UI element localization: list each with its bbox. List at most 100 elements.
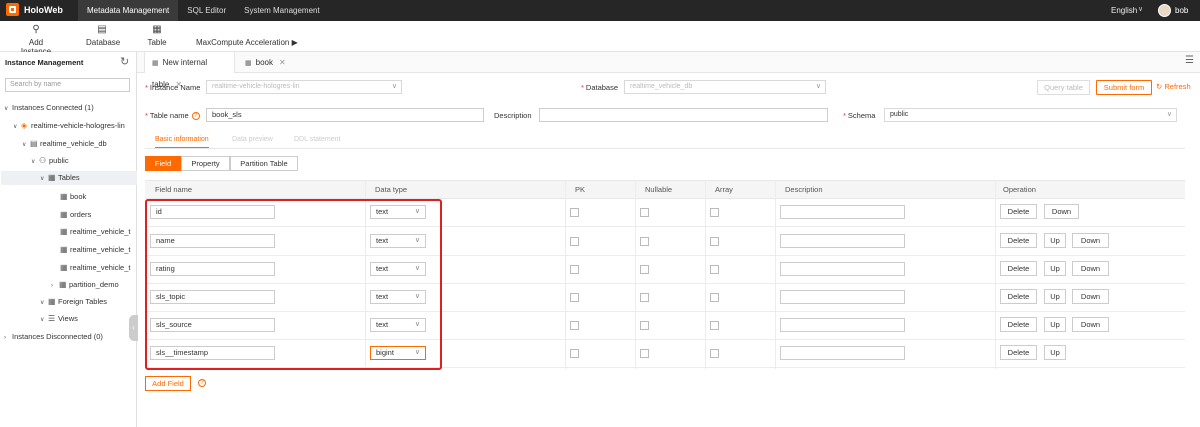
schema-select[interactable]: public ∨ — [884, 108, 1177, 122]
add-field-button[interactable]: Add Field — [145, 376, 191, 391]
fields-grid-header: Field name Data type PK Nullable Array D… — [145, 180, 1185, 199]
language-selector[interactable]: English — [1111, 0, 1137, 21]
nav-system-management[interactable]: System Management — [235, 0, 329, 21]
description-input[interactable] — [539, 108, 828, 122]
description-input[interactable] — [780, 318, 905, 332]
database-label: Database — [86, 38, 121, 47]
tab-basic-information[interactable]: Basic information — [155, 136, 209, 148]
down-button[interactable]: Down — [1072, 317, 1109, 332]
avatar[interactable] — [1158, 4, 1171, 17]
tree-partition-table[interactable]: › ▦ partition_demo — [51, 278, 119, 292]
database-select[interactable]: realtime_vehicle_db ∨ — [624, 80, 826, 94]
description-input[interactable] — [780, 346, 905, 360]
user-name[interactable]: bob — [1175, 0, 1188, 21]
delete-button[interactable]: Delete — [1000, 345, 1037, 360]
down-button[interactable]: Down — [1072, 261, 1109, 276]
delete-button[interactable]: Delete — [1000, 289, 1037, 304]
description-input[interactable] — [780, 262, 905, 276]
table-icon: ▦ — [60, 227, 68, 236]
pk-checkbox[interactable] — [570, 293, 579, 302]
description-input[interactable] — [780, 234, 905, 248]
maxcompute-acceleration-button[interactable]: MaxCompute Acceleration ▶ — [196, 38, 298, 47]
down-button[interactable]: Down — [1044, 204, 1079, 219]
tree-table-item[interactable]: ▦ realtime_vehicle_t — [60, 243, 130, 257]
tab-data-preview[interactable]: Data preview — [232, 136, 273, 143]
chevron-down-icon: ∨ — [31, 159, 36, 165]
tab-new-internal-table[interactable]: ▦ New internal table ✕ — [144, 52, 235, 89]
header-description: Description — [785, 185, 823, 194]
tree-tables[interactable]: ∨ ▦ Tables — [1, 171, 137, 185]
description-input[interactable] — [780, 205, 905, 219]
pk-checkbox[interactable] — [570, 321, 579, 330]
array-checkbox[interactable] — [710, 237, 719, 246]
database-label: * Database — [581, 83, 619, 92]
segment-property[interactable]: Property — [181, 156, 230, 171]
submit-form-button[interactable]: Submit form — [1096, 80, 1152, 95]
up-button[interactable]: Up — [1044, 317, 1066, 332]
tree-table-item[interactable]: ▦ book — [60, 190, 86, 204]
segment-field[interactable]: Field — [145, 156, 181, 171]
help-icon[interactable]: ? — [198, 379, 206, 387]
refresh-button[interactable]: ↻ Refresh — [1156, 82, 1191, 91]
tree-schema[interactable]: ∨ ⚇ public — [31, 154, 69, 168]
array-checkbox[interactable] — [710, 265, 719, 274]
up-button[interactable]: Up — [1044, 233, 1066, 248]
delete-button[interactable]: Delete — [1000, 233, 1037, 248]
nullable-checkbox[interactable] — [640, 321, 649, 330]
tree-database[interactable]: ∨ ▤ realtime_vehicle_db — [22, 137, 107, 151]
pk-checkbox[interactable] — [570, 237, 579, 246]
tree-table-item[interactable]: ▦ realtime_vehicle_t — [60, 225, 130, 239]
nullable-checkbox[interactable] — [640, 237, 649, 246]
tab-book[interactable]: ▦ book ✕ — [238, 52, 298, 73]
table-button[interactable]: ▦ Table — [147, 25, 167, 48]
up-button[interactable]: Up — [1044, 261, 1066, 276]
pk-checkbox[interactable] — [570, 349, 579, 358]
tab-ddl-statement[interactable]: DDL statement — [294, 136, 340, 143]
logo-icon — [6, 3, 19, 16]
table-name-input[interactable]: book_sls — [206, 108, 484, 122]
delete-button[interactable]: Delete — [1000, 261, 1037, 276]
database-icon: ▤ — [97, 24, 107, 35]
tree-foreign-tables[interactable]: ∨ ▦ Foreign Tables — [40, 295, 107, 309]
collapse-sidebar-handle[interactable]: ‹ — [129, 315, 138, 341]
delete-button[interactable]: Delete — [1000, 317, 1037, 332]
nullable-checkbox[interactable] — [640, 265, 649, 274]
nav-sql-editor[interactable]: SQL Editor — [178, 0, 235, 21]
refresh-icon[interactable]: ↻ — [120, 55, 129, 68]
nullable-checkbox[interactable] — [640, 208, 649, 217]
tree-instances-connected[interactable]: ∨ Instances Connected (1) — [4, 101, 94, 115]
array-checkbox[interactable] — [710, 293, 719, 302]
tree-table-item[interactable]: ▦ orders — [60, 208, 91, 222]
down-button[interactable]: Down — [1072, 233, 1109, 248]
nav-metadata-management[interactable]: Metadata Management — [78, 0, 179, 21]
app-logo[interactable]: HoloWeb — [6, 3, 63, 16]
caret-down-icon[interactable]: ∨ — [1138, 5, 1143, 13]
tree-views[interactable]: ∨ ☰ Views — [40, 312, 78, 326]
instance-name-select[interactable]: realtime-vehicle-hologres-lin ∨ — [206, 80, 402, 94]
pk-checkbox[interactable] — [570, 265, 579, 274]
up-button[interactable]: Up — [1044, 345, 1066, 360]
nullable-checkbox[interactable] — [640, 293, 649, 302]
segment-partition-table[interactable]: Partition Table — [230, 156, 298, 171]
up-button[interactable]: Up — [1044, 289, 1066, 304]
tree-instances-disconnected[interactable]: › Instances Disconnected (0) — [4, 330, 103, 344]
menu-icon[interactable]: ☰ — [1185, 55, 1194, 66]
header-operation: Operation — [1003, 185, 1036, 194]
down-button[interactable]: Down — [1072, 289, 1109, 304]
table-tab-icon: ▦ — [152, 60, 159, 67]
header-data-type: Data type — [375, 185, 408, 194]
search-input[interactable]: Search by name — [5, 78, 130, 92]
array-checkbox[interactable] — [710, 208, 719, 217]
query-table-button[interactable]: Query table — [1037, 80, 1090, 95]
pk-checkbox[interactable] — [570, 208, 579, 217]
nullable-checkbox[interactable] — [640, 349, 649, 358]
close-icon[interactable]: ✕ — [279, 58, 286, 67]
description-input[interactable] — [780, 290, 905, 304]
table-icon: ▦ — [60, 192, 68, 201]
tree-table-item[interactable]: ▦ realtime_vehicle_t — [60, 261, 130, 275]
array-checkbox[interactable] — [710, 349, 719, 358]
tree-instance[interactable]: ∨ ◈ realtime-vehicle-hologres-lin — [13, 119, 125, 133]
array-checkbox[interactable] — [710, 321, 719, 330]
database-button[interactable]: ▤ Database — [86, 24, 121, 48]
delete-button[interactable]: Delete — [1000, 204, 1037, 219]
